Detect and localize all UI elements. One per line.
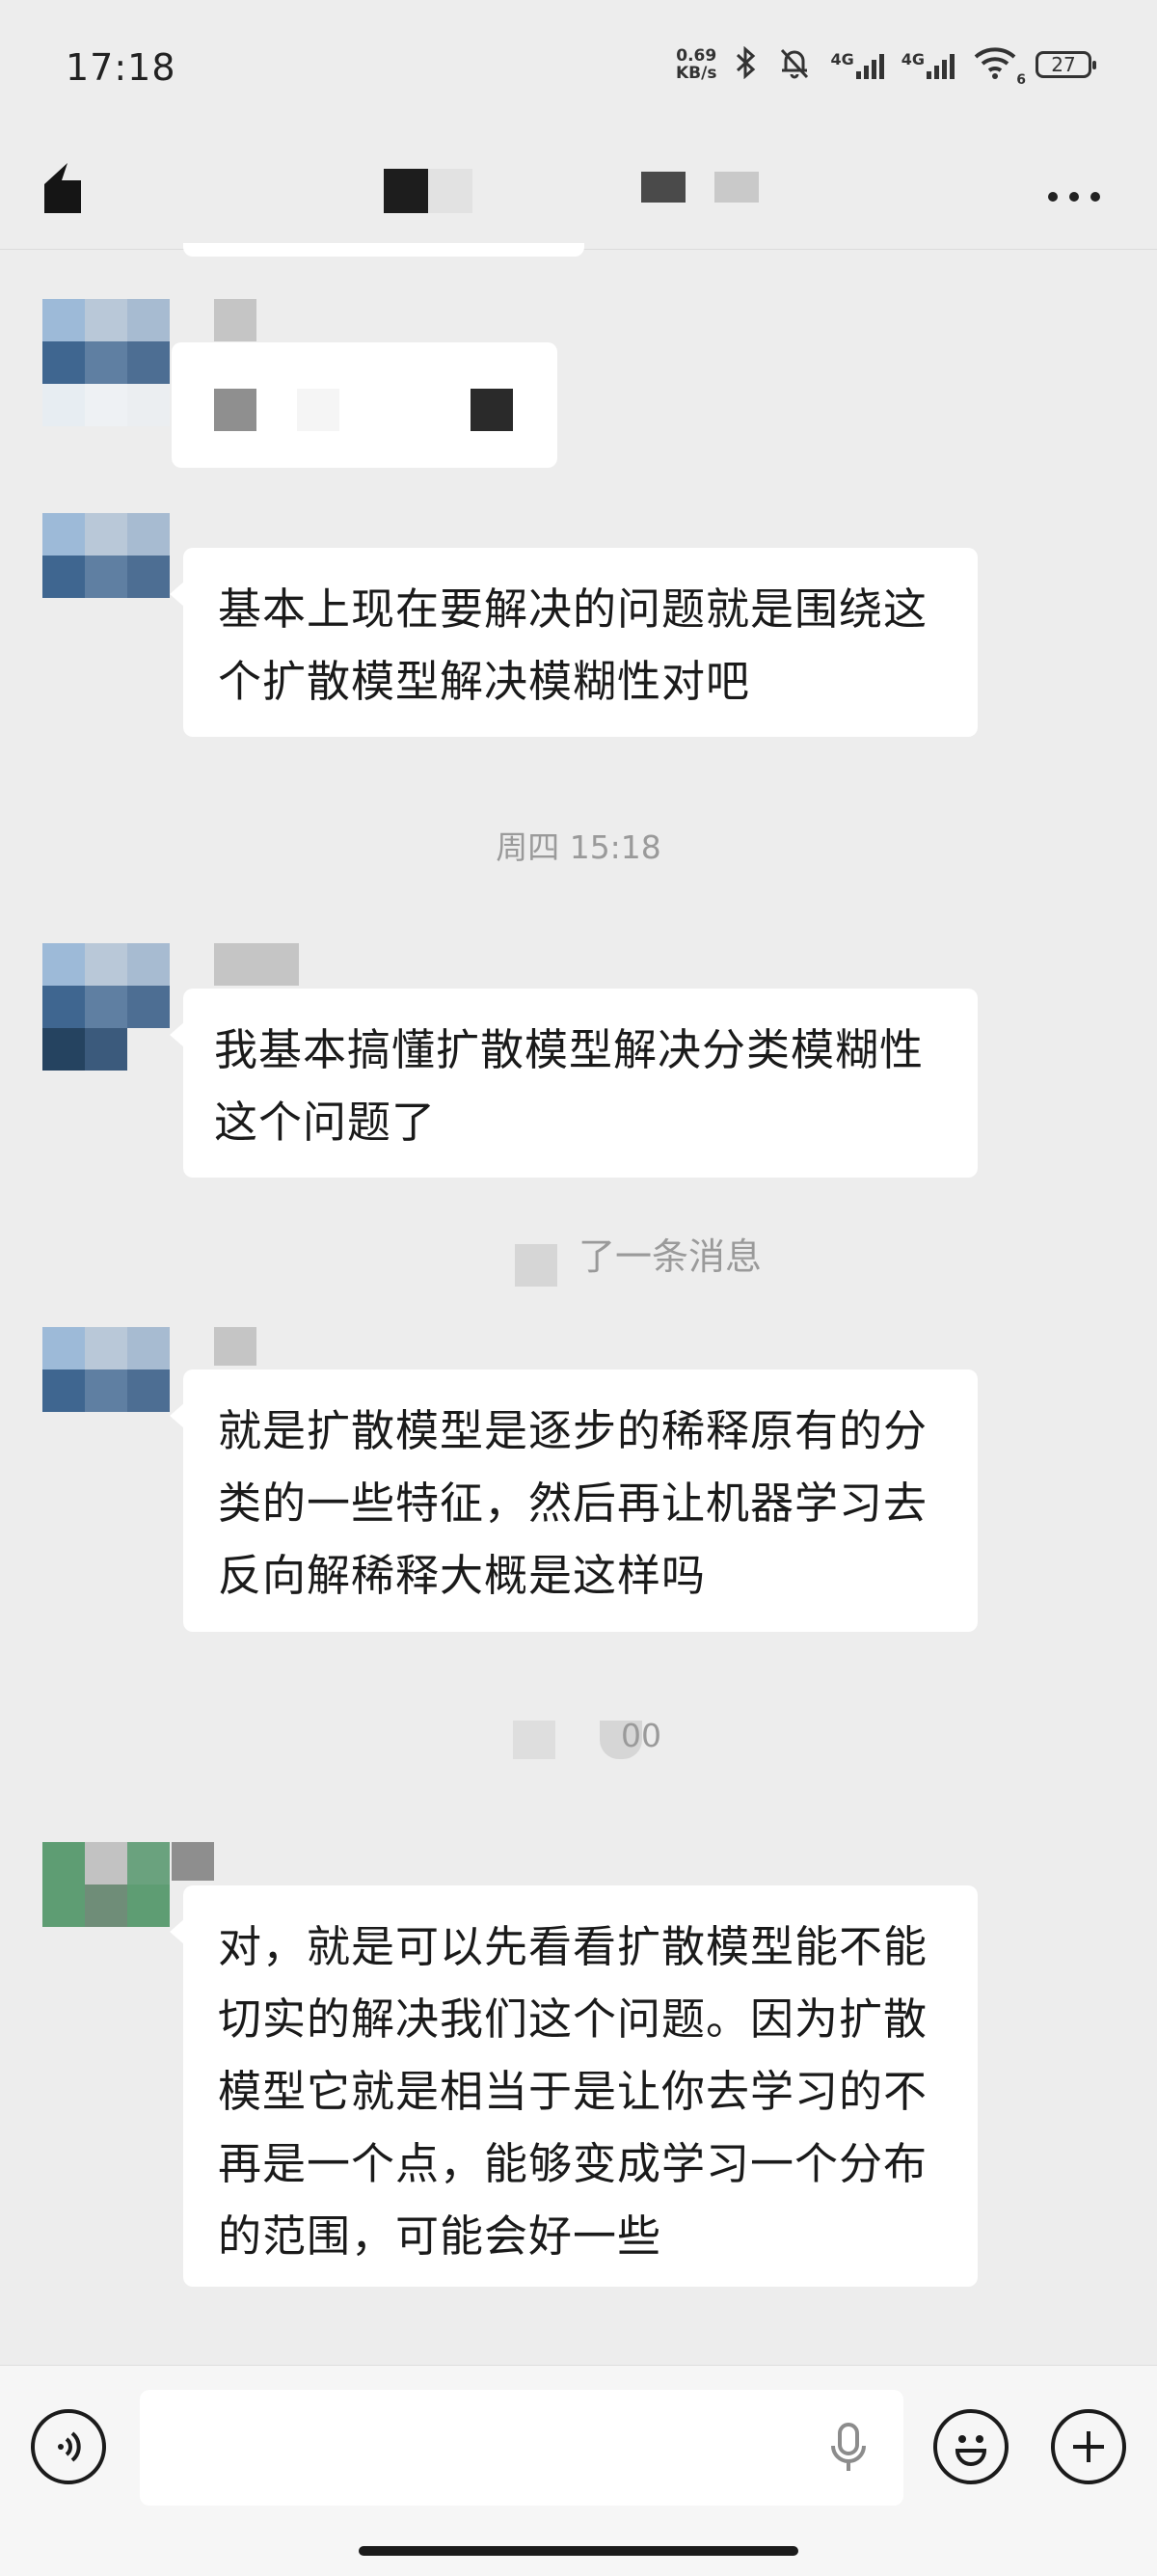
mute-bell-icon <box>776 44 813 85</box>
battery-icon: 27 <box>1036 51 1096 78</box>
avatar[interactable] <box>42 513 170 640</box>
message-text: 就是扩散模型是逐步的稀释原有的分类的一些特征，然后再让机器学习去反向解稀释大概是… <box>218 1405 928 1601</box>
bluetooth-icon <box>734 45 759 83</box>
back-icon[interactable] <box>39 159 87 217</box>
more-options-icon[interactable] <box>1047 164 1101 213</box>
net-speed: 0.69 KB/s <box>676 47 716 82</box>
status-time: 17:18 <box>66 46 176 89</box>
status-icons: 0.69 KB/s 4G 4G 6 27 <box>676 44 1096 88</box>
sender-name-redacted <box>214 299 256 341</box>
timestamp-tail: 00 <box>621 1717 661 1754</box>
signal-bars-icon <box>855 50 884 79</box>
signal-bars-icon <box>927 50 955 79</box>
message-bubble[interactable]: 我基本搞懂扩散模型解决分类模糊性这个问题了 <box>170 989 978 1178</box>
voice-mode-button[interactable] <box>31 2409 106 2484</box>
timestamp: 周四 15:18 <box>496 828 661 866</box>
avatar[interactable] <box>42 1842 170 1969</box>
system-notice: 了一条消息 <box>0 1217 1157 1287</box>
message-bubble[interactable]: 基本上现在要解决的问题就是围绕这个扩散模型解决模糊性对吧 <box>170 548 978 737</box>
signal-1-label: 4G <box>830 50 854 68</box>
signal-1: 4G <box>830 50 884 79</box>
sender-name-redacted <box>172 1842 214 1881</box>
emoji-icon <box>955 2435 987 2466</box>
microphone-icon[interactable] <box>827 2421 870 2479</box>
message-input[interactable] <box>140 2390 903 2506</box>
message-text: 基本上现在要解决的问题就是围绕这个扩散模型解决模糊性对吧 <box>218 583 928 707</box>
wifi-sub: 6 <box>1016 72 1026 88</box>
emoji-button[interactable] <box>933 2409 1009 2484</box>
net-speed-unit: KB/s <box>676 64 717 83</box>
signal-2: 4G <box>901 50 955 79</box>
chat-header <box>0 145 1157 251</box>
message-text: 对，就是可以先看看扩散模型能不能切实的解决我们这个问题。因为扩散模型它就是相当于… <box>218 1921 928 2262</box>
battery-level: 27 <box>1051 53 1076 76</box>
sender-name-redacted <box>214 943 299 986</box>
more-functions-button[interactable] <box>1051 2409 1126 2484</box>
avatar[interactable] <box>42 299 170 426</box>
chat-subtitle-redacted <box>641 172 786 216</box>
partial-bubble-top <box>183 243 584 257</box>
signal-2-label: 4G <box>901 50 925 68</box>
timestamp-redacted: 00 <box>0 1717 1157 1765</box>
avatar[interactable] <box>42 1327 170 1454</box>
message-bubble[interactable]: 对，就是可以先看看扩散模型能不能切实的解决我们这个问题。因为扩散模型它就是相当于… <box>170 1885 978 2287</box>
system-notice-text: 了一条消息 <box>578 1235 763 1278</box>
home-indicator[interactable] <box>359 2546 798 2556</box>
message-redacted[interactable] <box>172 342 557 468</box>
message-bubble[interactable]: 就是扩散模型是逐步的稀释原有的分类的一些特征，然后再让机器学习去反向解稀释大概是… <box>170 1369 978 1632</box>
sender-name-redacted <box>214 1327 256 1366</box>
chat-title-redacted <box>384 169 472 213</box>
voice-wave-icon <box>58 2431 81 2462</box>
wifi-icon: 6 <box>972 45 1026 88</box>
avatar[interactable] <box>42 943 170 1071</box>
plus-icon <box>1073 2431 1104 2462</box>
net-speed-value: 0.69 <box>676 46 717 66</box>
message-text: 我基本搞懂扩散模型解决分类模糊性这个问题了 <box>214 1024 925 1148</box>
